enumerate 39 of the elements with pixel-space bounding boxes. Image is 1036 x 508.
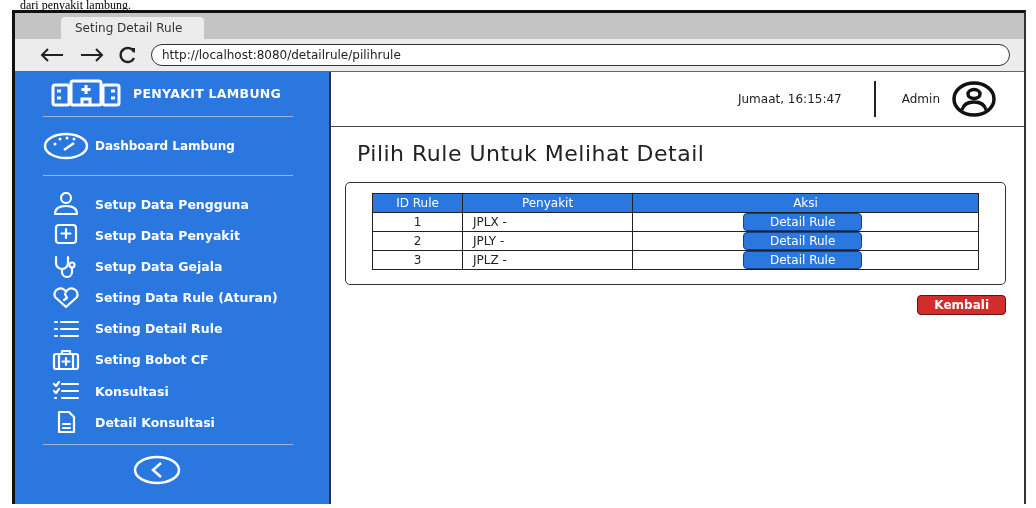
page-title: Pilih Rule Untuk Melihat Detail	[357, 141, 706, 166]
sidebar-item[interactable]: Konsultasi	[51, 379, 311, 404]
table-cell: 3	[372, 250, 463, 270]
table-cell: 2	[372, 231, 463, 251]
sidebar-item[interactable]: Seting Data Rule (Aturan)	[51, 285, 311, 310]
sidebar-item[interactable]: Setup Data Gejala	[51, 254, 311, 279]
column-header: Aksi	[632, 193, 979, 213]
sidebar-item[interactable]: Seting Detail Rule	[51, 316, 311, 341]
forward-arrow-icon[interactable]	[79, 48, 105, 62]
table-cell: JPLZ -	[462, 250, 633, 270]
table-cell: JPLY -	[462, 231, 633, 251]
caption-text: dari penyakit lambung.	[19, 0, 132, 10]
heart-icon	[51, 285, 81, 310]
speedometer-icon	[43, 132, 89, 160]
user-avatar-icon[interactable]	[952, 81, 996, 117]
back-arrow-icon[interactable]	[39, 48, 65, 62]
sidebar-item[interactable]: Setup Data Penyakit	[51, 223, 311, 248]
table-cell: JPLX -	[462, 212, 633, 232]
sidebar-item[interactable]: Setup Data Pengguna	[51, 192, 311, 216]
medical-kit-icon	[51, 347, 81, 372]
reload-icon[interactable]	[119, 46, 137, 64]
date-time: Jumaat, 16:15:47	[737, 92, 842, 106]
column-header: Penyakit	[462, 193, 633, 213]
table-cell: 1	[372, 212, 463, 232]
dashboard-link[interactable]: Dashboard Lambung	[43, 119, 311, 173]
sidebar-item[interactable]: Seting Bobot CF	[51, 347, 311, 372]
sidebar-item[interactable]: Detail Konsultasi	[51, 410, 311, 435]
detail-rule-button[interactable]: Detail Rule	[743, 251, 863, 269]
brand-name: PENYAKIT LAMBUNG	[133, 85, 282, 101]
detail-rule-button[interactable]: Detail Rule	[743, 213, 863, 231]
hospital-icon	[51, 79, 121, 107]
user-name: Admin	[901, 92, 940, 106]
collapse-icon[interactable]	[133, 455, 181, 486]
column-header: ID Rule	[372, 193, 463, 213]
address-field[interactable]: http://localhost:8080/detailrule/pilihrule	[151, 44, 1010, 66]
person-icon	[51, 192, 81, 216]
detail-rule-button[interactable]: Detail Rule	[743, 232, 863, 250]
back-button[interactable]: Kembali	[917, 295, 1006, 315]
browser-tab[interactable]: Seting Detail Rule	[61, 17, 205, 39]
